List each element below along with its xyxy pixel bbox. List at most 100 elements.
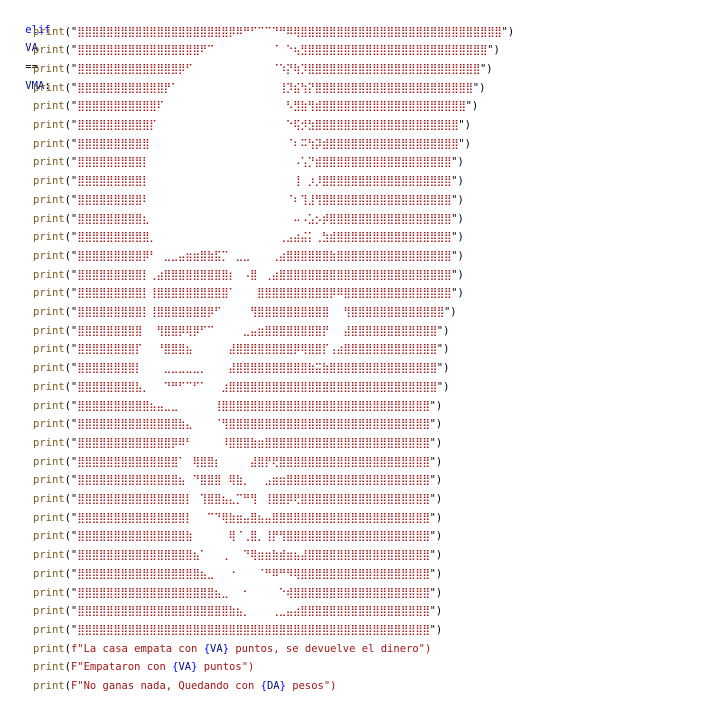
close-paren: ") <box>429 623 443 636</box>
print-art-line: print("⣿⣿⣿⣿⣿⣿⣿⣿⣿⣿⣿⣿⣿⣿⣿⣿⣦⠁⠀⠀⢀⠀⠀⠙⢿⣶⣶⣷⣾⣶⣦⣼⣿… <box>0 546 442 565</box>
string-text: La casa empata con <box>83 642 204 655</box>
print-function: print <box>33 623 65 636</box>
print-art-line: print("⣿⣿⣿⣿⣿⣿⣿⣿⣿⣿⣿⣿⣿⣿⣷⣄⠀⠀⠀⠈⢻⣿⣿⣿⣿⣿⣿⣿⣿⣿⣿⣿⣿… <box>0 415 442 434</box>
print-function: print <box>33 567 65 580</box>
string-text: puntos, se devuelve el dinero <box>229 642 419 655</box>
open-paren: (" <box>64 455 78 468</box>
string-text: puntos <box>197 661 242 674</box>
elif-statement: elif VA == VMA: <box>0 2 50 92</box>
print-art-line: print("⣿⣿⣿⣿⣿⣿⣿⣿⣿⣿⣿⠏⠀⠀⠀⠀⠀⠀⠀⠀⠀⠀⠀⠀⠀⠀⠀⠀⠀⠣⣻⣷⢻… <box>0 97 478 116</box>
close-paren: ") <box>436 343 450 356</box>
print-art-line: print("⣿⣿⣿⣿⣿⣿⣿⣿⣿⣿⣿⣿⣿⣿⡿⠋⠀⠀⠀⠀⠀⠀⠀⠀⠀⠀⠀⠈⠱⡝⢷⡹⣿… <box>0 60 493 79</box>
close-paren: ") <box>479 62 493 75</box>
close-paren: ") <box>458 119 472 131</box>
print-function: print <box>33 156 65 169</box>
braille-art-row: ⣿⣿⣿⣿⣿⣿⣿⣿⣿⡇⢸⣿⣿⣿⣿⣿⣿⣿⣿⣿⣿⠁⠀⠀⠀⣿⣿⣿⣿⣿⣿⣿⣿⣿⣿⡿⠿⣿⣿⣿… <box>77 287 452 300</box>
print-function: print <box>33 530 65 543</box>
print-function: print <box>33 399 65 412</box>
braille-art-row: ⣿⣿⣿⣿⣿⣿⣿⣿⣿⣿⡀⠀⠀⠀⠀⠀⠀⠀⠀⠀⠀⠀⠀⠀⠀⠀⠀⠀⢀⣠⣴⣬⡅⢀⣳⣾⣿⣿⣿⣿… <box>77 231 452 244</box>
close-paren: ") <box>436 362 450 375</box>
close-paren: ") <box>451 268 464 281</box>
braille-art-row: ⣿⣿⣿⣿⣿⣿⣿⣿⣧⡀⠀⠀⠙⠛⠋⠉⠋⠁⠀⠀⣰⣿⣿⣿⣿⣿⣿⣿⣿⣿⣿⣿⣿⣿⣿⣿⣿⣿⣿⣿… <box>77 380 437 393</box>
braille-art-row: ⣿⣿⣿⣿⣿⣿⣿⣿⣿⣿⠀⠀⠀⠀⠀⠀⠀⠀⠀⠀⠀⠀⠀⠀⠀⠀⠀⠀⠀⠈⠆⠭⢳⡽⣾⣿⣿⣿⣿⣿… <box>77 137 459 150</box>
close-paren: ") <box>451 287 464 300</box>
braille-art-row: ⣿⣿⣿⣿⣿⣿⣿⣿⣿⣿⣿⣿⣿⡿⠿⠃⠀⠀⠀⠀⠸⣿⣿⣿⣷⣶⣿⣿⣿⣿⣿⣿⣿⣿⣿⣿⣿⣿⣿⣿… <box>77 436 430 449</box>
open-paren: (" <box>64 623 78 636</box>
close-paren: ") <box>429 436 443 449</box>
close-paren: ") <box>436 380 450 393</box>
fstring-prefix: F" <box>70 680 84 692</box>
open-paren: (" <box>64 418 78 431</box>
open-paren: (" <box>64 212 78 225</box>
braille-art-row: ⣿⣿⣿⣿⣿⣿⣿⣿⣿⣆⠀⠀⠀⠀⠀⠀⠀⠀⠀⠀⠀⠀⠀⠀⠀⠀⠀⠀⠀⠀⠤⠠⣡⡢⡾⣿⣿⣿⣿⣿… <box>77 212 452 225</box>
braille-art-row: ⣿⣿⣿⣿⣿⣿⣿⣿⣿⣿⣿⣿⣿⣿⣿⡇⠀⢹⣿⣿⣦⣄⡉⠛⢻⠀⢸⣿⣿⡿⢟⣿⣿⣿⣿⣿⣿⣿⣿⣿… <box>77 493 430 505</box>
braille-art-row: ⣿⣿⣿⣿⣿⣿⣿⣿⣿⣿⣿⣿⡟⠁⠀⠀⠀⠀⠀⠀⠀⠀⠀⠀⠀⠀⠀⠀⢸⡹⣮⢳⡝⣿⣿⣿⣿⣿⣿⣿… <box>77 81 473 94</box>
print-function: print <box>33 493 65 505</box>
braille-art-row: ⣿⣿⣿⣿⣿⣿⣿⣿⡇⠀⠀⠀⣀⣀⣀⣀⣀⡀⠀⠀⠀⣼⣿⣿⣿⣿⣿⣿⣿⣿⣿⣿⣷⣭⣷⣿⣿⣿⣿⣿… <box>77 362 437 375</box>
print-function: print <box>33 212 65 225</box>
print-art-line: print("⣿⣿⣿⣿⣿⣿⣿⣿⣿⣿⣿⣿⣿⣿⣿⣿⣿⠟⠉⠀⠀⠀⠀⠀⠀⠀⠀⠈⠀⠑⢦⣻⣿… <box>0 41 500 60</box>
print-function: print <box>33 268 65 281</box>
print-art-line: print("⣿⣿⣿⣿⣿⣿⣿⣿⣿⣿⣿⣿⣿⣿⣿⡇⠀⢹⣿⣿⣦⣄⡉⠛⢻⠀⢸⣿⣿⡿⢟⣿⣿… <box>0 490 442 509</box>
braille-art-row: ⣿⣿⣿⣿⣿⣿⣿⣿⣿⣿⣿⣿⣿⣿⣦⠀⠙⣿⣿⣿⠀⢿⣷⡀⠀⠀⣠⣶⣶⣿⣿⣿⣿⣿⣿⣿⣿⣿⣿⣿… <box>77 474 430 487</box>
close-paren: ") <box>429 455 443 468</box>
braille-art-row: ⣿⣿⣿⣿⣿⣿⣿⣿⣿⣿⣿⣿⣿⣿⡿⠋⠀⠀⠀⠀⠀⠀⠀⠀⠀⠀⠀⠈⠱⡝⢷⡹⣿⣿⣿⣿⣿⣿⣿⣿… <box>77 62 480 75</box>
close-paren: ") <box>429 530 443 543</box>
print-art-line: print("⣿⣿⣿⣿⣿⣿⣿⣿⣿⣿⣿⣿⣿⣿⣿⣿⣿⣿⣿⣿⣿⡿⠿⠛⠋⠉⠉⠙⠛⠿⢿⣿⣿… <box>0 23 514 42</box>
open-paren: (" <box>64 231 78 244</box>
close-paren: ") <box>436 324 450 337</box>
print-art-line: print("⣿⣿⣿⣿⣿⣿⣿⣿⣿⡇⠀⠀⠀⠀⠀⠀⠀⠀⠀⠀⠀⠀⠀⠀⠀⠀⠀⠀⠀⠀⠠⢡⡙… <box>0 153 464 172</box>
braille-art-row: ⣿⣿⣿⣿⣿⣿⣿⣿⣿⣿⣿⣿⣿⣿⣿⣿⣿⣿⣿⣿⣿⡿⠿⠛⠋⠉⠉⠙⠛⠿⢿⣿⣿⣿⣿⣿⣿⣿⣿⣿… <box>77 25 502 38</box>
braille-art-row: ⣿⣿⣿⣿⣿⣿⣿⣿⣿⣿⣿⣿⣿⣿⣷⣄⠀⠀⠀⠈⢻⣿⣿⣿⣿⣿⣿⣿⣿⣿⣿⣿⣿⣿⣿⣿⣿⣿⣿⣿… <box>77 418 430 431</box>
close-quote-paren: ") <box>241 661 255 674</box>
close-paren: ") <box>451 212 464 225</box>
print-function: print <box>33 62 65 75</box>
close-paren: ") <box>429 418 443 431</box>
print-function: print <box>33 362 65 375</box>
print-art-line: print("⣿⣿⣿⣿⣿⣿⣿⣿⣿⣿⣿⣿⣿⣿⠁⠀⢿⣿⣿⡆⠀⠀⠀⠀⣼⣿⡟⢟⣿⣿⣿⣿⣿… <box>0 453 442 472</box>
print-art-line: print("⣿⣿⣿⣿⣿⣿⣿⣿⣿⣿⣿⣿⣿⣿⣿⣷⠀⠀⠀⠀⠀⢿⠈⢀⣿⡀⢸⡟⢻⣿⣿⣿⣿… <box>0 527 442 546</box>
open-paren: (" <box>64 605 78 618</box>
print-art-line: print("⣿⣿⣿⣿⣿⣿⣿⣿⣿⣿⠀⠀⠀⠀⠀⠀⠀⠀⠀⠀⠀⠀⠀⠀⠀⠀⠀⠀⠀⠈⠆⠭⢳… <box>0 135 471 154</box>
print-function: print <box>33 324 65 337</box>
braille-art-row: ⣿⣿⣿⣿⣿⣿⣿⣿⣿⣿⣿⣿⣿⣿⣿⣿⣦⠁⠀⠀⢀⠀⠀⠙⢿⣶⣶⣷⣾⣶⣦⣼⣿⣿⣿⣿⣿⣿⣿⣿… <box>77 549 430 562</box>
print-art-line: print("⣿⣿⣿⣿⣿⣿⣿⣿⣿⣿⣿⣿⣿⣿⣿⡇⠀⠀⠉⠙⢿⣷⣶⣤⣿⣦⣤⣿⣿⣿⣿⣿⣿… <box>0 509 442 528</box>
braille-art-row: ⣿⣿⣿⣿⣿⣿⣿⣿⣿⡿⠃⠀⣀⣀⣤⣶⣶⣿⣷⣯⡉⠀⣀⣀⠀⠀⠀⢀⣴⣿⣿⣿⣿⣿⣿⣷⣿⣿⣿⣿… <box>77 249 452 262</box>
print-art-line: print("⣿⣿⣿⣿⣿⣿⣿⣿⣿⣿⣿⣿⣿⣿⣿⣿⣿⣿⣿⣦⣀⠀⠀⠂⠀⠀⠀⠀⠑⢾⣿⣿⣿… <box>0 584 442 603</box>
close-paren: ") <box>429 399 443 412</box>
print-art-line: print("⣿⣿⣿⣿⣿⣿⣿⣿⣿⣿⣿⣿⣿⣿⣿⣿⣿⣦⣀⠀⠀⠐⠀⠀⠀⠈⠛⠿⠛⠻⢿⣿⣿… <box>0 565 442 584</box>
open-paren: (" <box>64 436 78 449</box>
print-art-line: print("⣿⣿⣿⣿⣿⣿⣿⣿⣿⡇⠀⠀⠀⠀⠀⠀⠀⠀⠀⠀⠀⠀⠀⠀⠀⠀⠀⠀⠀⠀⢸⠀⡰… <box>0 172 464 191</box>
interpolated-variable: VA <box>178 661 192 674</box>
print-art-line: print("⣿⣿⣿⣿⣿⣿⣿⣿⡇⠀⠀⠀⣀⣀⣀⣀⣀⡀⠀⠀⠀⣼⣿⣿⣿⣿⣿⣿⣿⣿⣿⣿⣷… <box>0 359 449 378</box>
print-art-line: print("⣿⣿⣿⣿⣿⣿⣿⣿⣿⠇⠀⠀⠀⠀⠀⠀⠀⠀⠀⠀⠀⠀⠀⠀⠀⠀⠀⠀⠀⠈⠆⢹⣸… <box>0 191 464 210</box>
print-function: print <box>33 680 65 692</box>
close-quote-paren: ") <box>323 680 337 692</box>
open-paren: (" <box>64 493 78 505</box>
open-paren: (" <box>64 249 78 262</box>
open-paren: (" <box>64 549 78 562</box>
close-paren: ") <box>429 549 443 562</box>
print-art-line: print("⣿⣿⣿⣿⣿⣿⣿⣿⣿⣿⣿⣿⣿⣿⣿⣿⣿⣿⣿⣿⣿⣷⣦⡀⠀⠀⠀⢀⣀⣤⣴⣿⣿… <box>0 602 442 621</box>
print-function: print <box>33 436 65 449</box>
close-paren: ") <box>451 249 464 262</box>
braille-art-row: ⣿⣿⣿⣿⣿⣿⣿⣿⣿⣿⣿⠏⠀⠀⠀⠀⠀⠀⠀⠀⠀⠀⠀⠀⠀⠀⠀⠀⠀⠣⣻⣷⢻⣾⣿⣿⣿⣿⣿⣿… <box>77 100 466 113</box>
print-art-line: print("⣿⣿⣿⣿⣿⣿⣿⣿⣿⣆⠀⠀⠀⠀⠀⠀⠀⠀⠀⠀⠀⠀⠀⠀⠀⠀⠀⠀⠀⠀⠤⠠⣡… <box>0 210 464 229</box>
braille-art-row: ⣿⣿⣿⣿⣿⣿⣿⣿⣿⣿⣿⣿⣿⣿⣿⣿⣿⣿⣿⣿⣿⣷⣦⡀⠀⠀⠀⢀⣀⣤⣴⣿⣿⣿⣿⣿⣿⣿⣿⣿… <box>77 605 430 618</box>
code-editor[interactable]: elif VA == VMA: print("⣿⣿⣿⣿⣿⣿⣿⣿⣿⣿⣿⣿⣿⣿⣿⣿⣿… <box>0 0 701 704</box>
close-paren: ") <box>429 586 443 599</box>
print-function: print <box>33 137 65 150</box>
fstring-prefix: F" <box>70 661 84 674</box>
open-paren: (" <box>64 119 78 131</box>
close-paren: ") <box>429 474 443 487</box>
print-function: print <box>33 306 65 318</box>
braille-art-row: ⣿⣿⣿⣿⣿⣿⣿⣿⣿⣿⣿⣿⣿⣿⣿⣿⣿⠟⠉⠀⠀⠀⠀⠀⠀⠀⠀⠈⠀⠑⢦⣻⣿⣿⣿⣿⣿⣿⣿⣿… <box>77 44 488 57</box>
close-paren: ") <box>487 44 500 57</box>
string-text: Empataron con <box>83 661 173 674</box>
open-paren: (" <box>64 137 78 150</box>
print-art-line: print("⣿⣿⣿⣿⣿⣿⣿⣿⣿⣿⣿⣿⣿⡿⠿⠃⠀⠀⠀⠀⠸⣿⣿⣿⣷⣶⣿⣿⣿⣿⣿⣿⣿… <box>0 434 442 453</box>
braille-art-row: ⣿⣿⣿⣿⣿⣿⣿⣿⣿⣿⣿⣿⣿⣿⣿⣿⣿⣿⣿⣦⣀⠀⠀⠂⠀⠀⠀⠀⠑⢾⣿⣿⣿⣿⣿⣿⣿⣿⣿⣿… <box>77 586 430 599</box>
print-function: print <box>33 81 65 94</box>
print-function: print <box>33 549 65 562</box>
open-paren: (" <box>64 193 78 206</box>
